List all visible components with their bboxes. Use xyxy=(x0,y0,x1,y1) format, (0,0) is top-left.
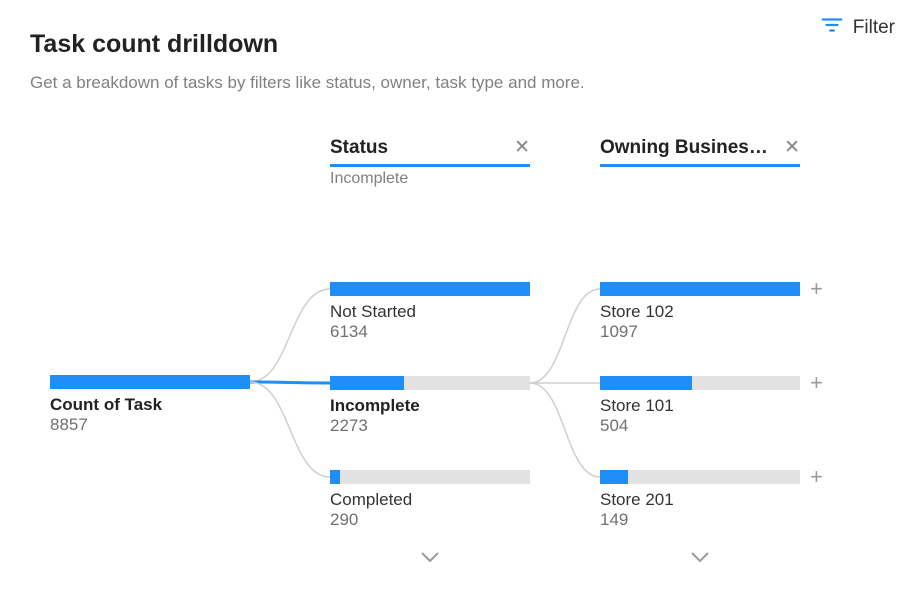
node-value: 6134 xyxy=(330,322,530,342)
node-store-101[interactable]: Store 101 504 xyxy=(600,376,800,436)
page-subtitle: Get a breakdown of tasks by filters like… xyxy=(30,73,877,93)
bar xyxy=(600,376,800,390)
column-header-label: Status xyxy=(330,137,388,159)
bar xyxy=(600,470,800,484)
node-incomplete[interactable]: Incomplete 2273 xyxy=(330,376,530,436)
node-completed[interactable]: Completed 290 xyxy=(330,470,530,530)
expand-icon[interactable]: + xyxy=(810,470,823,484)
close-icon[interactable]: ✕ xyxy=(778,136,800,159)
decomposition-tree: Status ✕ Incomplete Owning Business… ✕ C… xyxy=(30,130,880,570)
node-label: Count of Task xyxy=(50,395,250,415)
filter-icon xyxy=(821,14,843,42)
node-value: 504 xyxy=(600,416,800,436)
expand-icon[interactable]: + xyxy=(810,376,823,390)
filter-label: Filter xyxy=(853,17,895,39)
bar xyxy=(50,375,250,389)
node-label: Incomplete xyxy=(330,396,530,416)
close-icon[interactable]: ✕ xyxy=(508,136,530,159)
bar xyxy=(330,376,530,390)
node-store-102[interactable]: Store 102 1097 xyxy=(600,282,800,342)
node-value: 149 xyxy=(600,510,800,530)
expand-icon[interactable]: + xyxy=(810,282,823,296)
page-title: Task count drilldown xyxy=(30,30,877,59)
node-value: 290 xyxy=(330,510,530,530)
node-value: 2273 xyxy=(330,416,530,436)
column-header-label: Owning Business… xyxy=(600,137,770,159)
node-value: 8857 xyxy=(50,415,250,435)
column-header-status[interactable]: Status ✕ xyxy=(330,136,530,167)
node-store-201[interactable]: Store 201 149 xyxy=(600,470,800,530)
bar xyxy=(330,470,530,484)
node-value: 1097 xyxy=(600,322,800,342)
node-label: Store 102 xyxy=(600,302,800,322)
column-subtext-status: Incomplete xyxy=(330,170,408,188)
node-label: Store 101 xyxy=(600,396,800,416)
filter-button[interactable]: Filter xyxy=(821,14,895,42)
bar xyxy=(330,282,530,296)
node-root[interactable]: Count of Task 8857 xyxy=(50,375,250,435)
node-label: Completed xyxy=(330,490,530,510)
node-label: Store 201 xyxy=(600,490,800,510)
node-label: Not Started xyxy=(330,302,530,322)
bar xyxy=(600,282,800,296)
column-header-owning[interactable]: Owning Business… ✕ xyxy=(600,136,800,167)
node-not-started[interactable]: Not Started 6134 xyxy=(330,282,530,342)
chevron-down-icon[interactable] xyxy=(690,550,710,564)
chevron-down-icon[interactable] xyxy=(420,550,440,564)
